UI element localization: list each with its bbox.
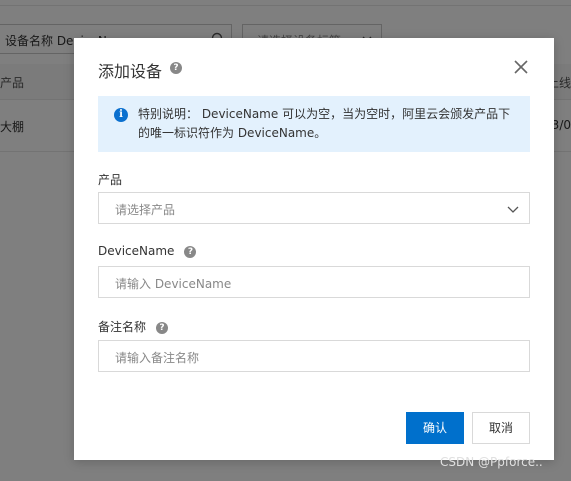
device-name-label: DeviceName	[98, 244, 175, 258]
notice-banner: i 特别说明： DeviceName 可以为空，当为空时，阿里云会颁发产品下的唯…	[98, 96, 530, 152]
info-circle-icon: i	[114, 108, 128, 122]
confirm-button[interactable]: 确认	[406, 412, 464, 444]
note-name-label-row: 备注名称?	[98, 318, 169, 335]
add-device-dialog: 添加设备 ? i 特别说明： DeviceName 可以为空，当为空时，阿里云会…	[74, 38, 554, 460]
device-name-placeholder: 请输入 DeviceName	[115, 277, 232, 291]
cancel-button[interactable]: 取消	[472, 412, 530, 444]
close-icon[interactable]	[512, 58, 530, 76]
question-circle-icon[interactable]: ?	[184, 245, 197, 258]
notice-text: 特别说明： DeviceName 可以为空，当为空时，阿里云会颁发产品下的唯一标…	[138, 107, 511, 140]
product-select[interactable]: 请选择产品	[98, 192, 530, 224]
dialog-title: 添加设备	[98, 62, 163, 81]
device-name-label-row: DeviceName?	[98, 244, 197, 258]
note-name-placeholder: 请输入备注名称	[115, 351, 200, 365]
note-name-label: 备注名称	[98, 320, 147, 334]
product-label: 产品	[98, 173, 123, 187]
question-circle-icon[interactable]: ?	[156, 321, 169, 334]
device-name-input[interactable]: 请输入 DeviceName	[98, 266, 530, 298]
watermark: CSDN @Ppforce..	[440, 455, 543, 469]
chevron-down-icon	[507, 206, 519, 213]
product-placeholder: 请选择产品	[115, 203, 176, 217]
question-circle-icon[interactable]: ?	[170, 62, 182, 74]
note-name-input[interactable]: 请输入备注名称	[98, 340, 530, 372]
